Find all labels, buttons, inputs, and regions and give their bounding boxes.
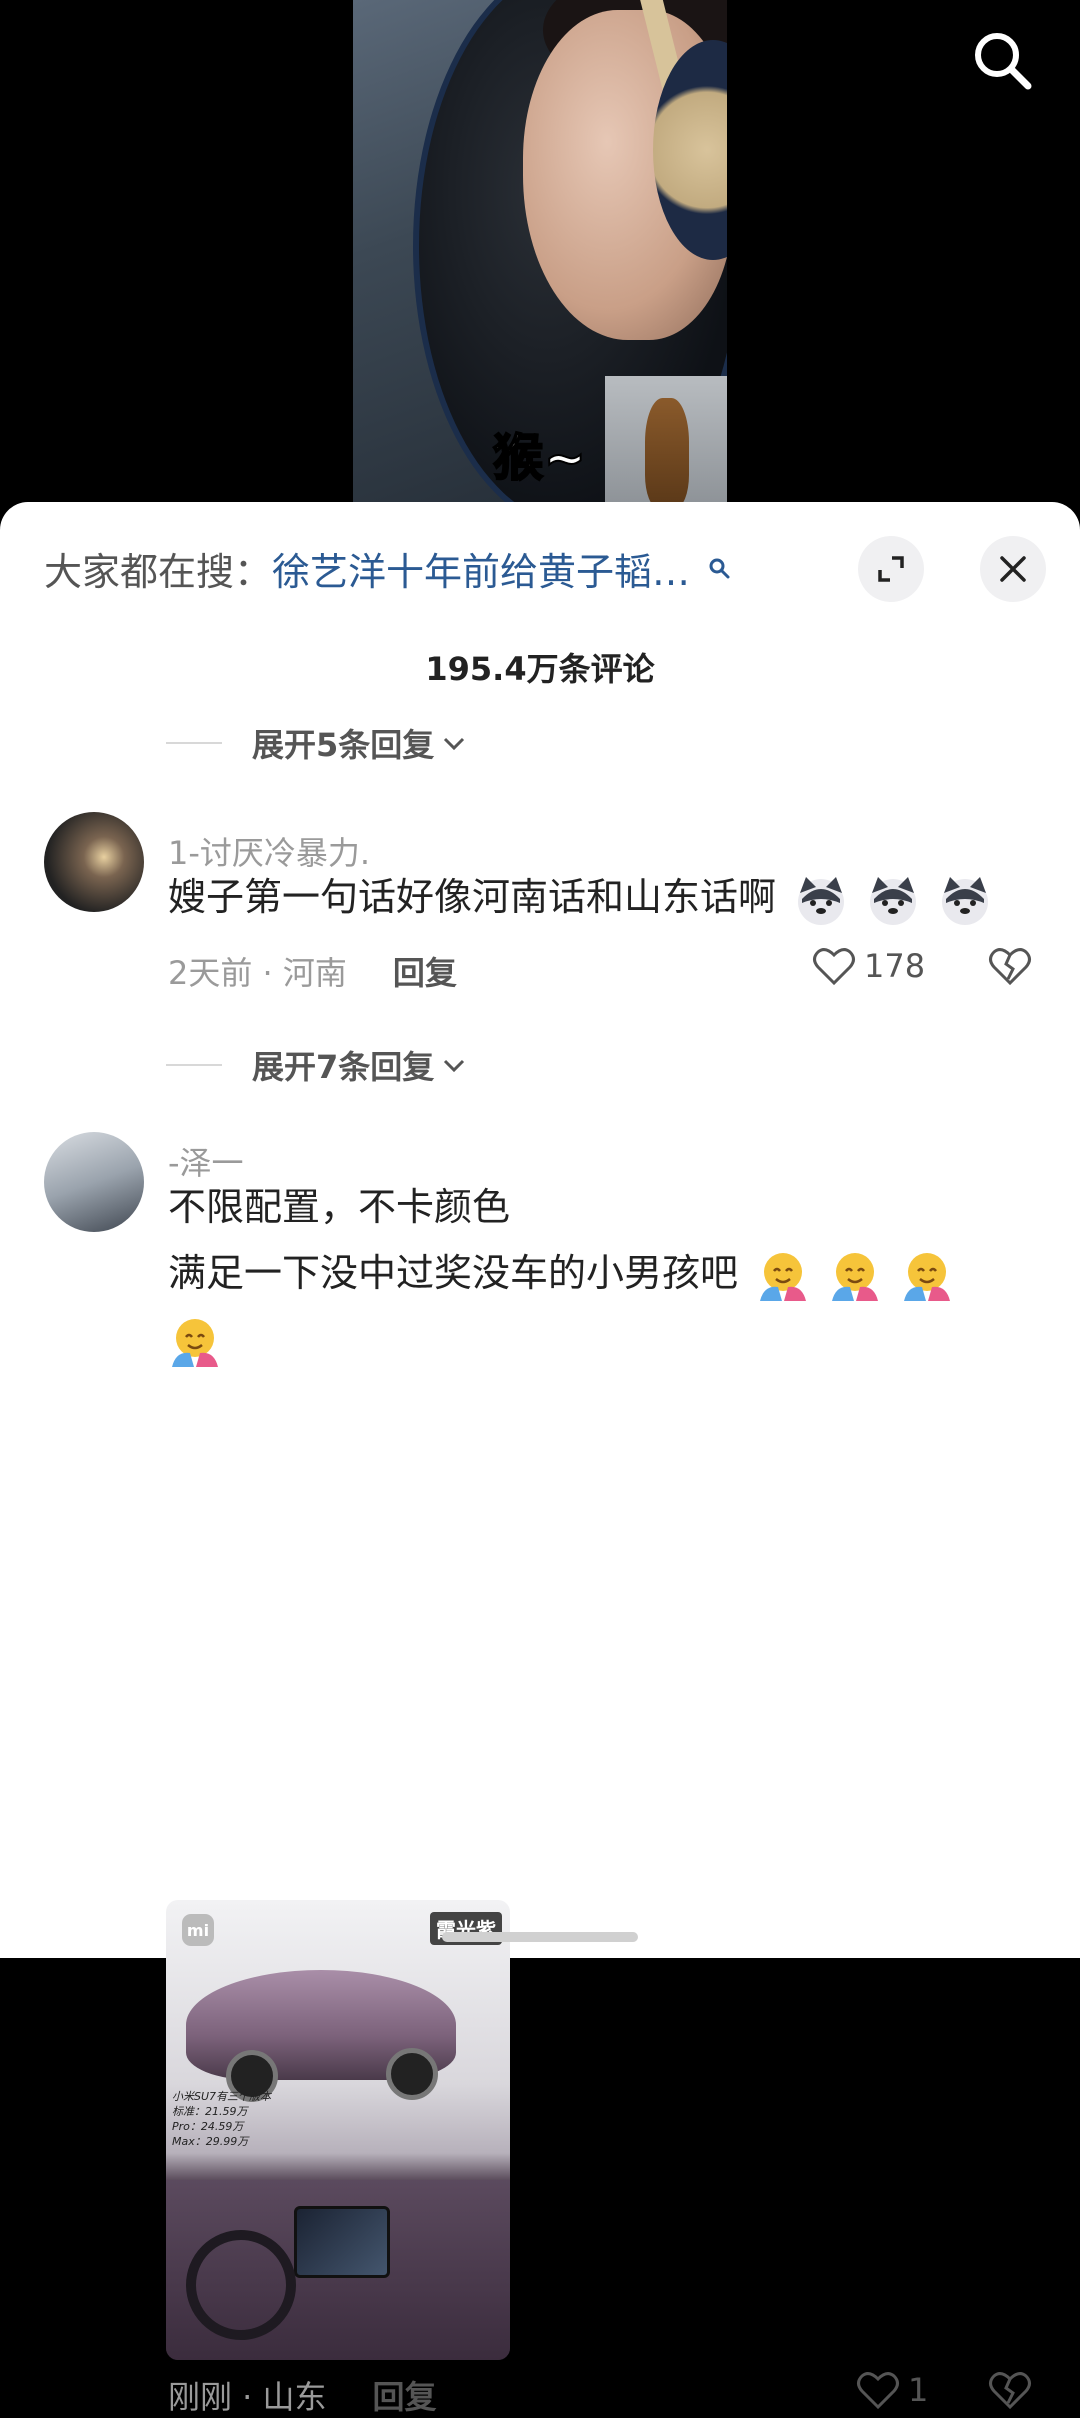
hug-emoji-icon [172, 1318, 218, 1367]
heart-icon [857, 2372, 899, 2410]
spec-pro: Pro：24.59万 [172, 2120, 244, 2133]
like-count: 178 [864, 947, 926, 985]
expand-replies-label: 展开7条回复 [252, 1048, 435, 1086]
comment-count: 195.4万条评论 [425, 650, 655, 688]
comment-time-location: 刚刚 · 山东 [168, 2378, 327, 2416]
divider [166, 1064, 222, 1066]
car-wheel [386, 2048, 438, 2100]
search-icon[interactable] [708, 557, 730, 579]
car-interior [166, 2180, 510, 2360]
avatar[interactable] [44, 812, 144, 912]
comment-text-content: 满足一下没中过奖没车的小男孩吧 [168, 1251, 739, 1295]
comment-text-content: 嫂子第一句话好像河南话和山东话啊 [168, 875, 777, 919]
car-screen [294, 2206, 390, 2278]
search-icon[interactable] [970, 28, 1034, 92]
reply-button[interactable]: 回复 [373, 2372, 437, 2418]
comment-text: 不限配置，不卡颜色 满足一下没中过奖没车的小男孩吧 [168, 1174, 954, 1372]
expand-button[interactable] [858, 536, 924, 602]
mi-logo: mi [182, 1914, 214, 1946]
cat [645, 398, 689, 508]
dislike-icon[interactable] [988, 2370, 1032, 2410]
comment-text: 嫂子第一句话好像河南话和山东话啊 [168, 864, 992, 930]
divider [166, 742, 222, 744]
like-button[interactable]: 1 [856, 2370, 928, 2410]
expand-replies-label: 展开5条回复 [252, 726, 435, 764]
comment-meta: 2天前 · 河南 回复 [168, 948, 457, 994]
comment-text-line: 满足一下没中过奖没车的小男孩吧 [168, 1240, 954, 1306]
expand-replies-button[interactable]: 展开7条回复 [166, 1042, 468, 1088]
close-icon [1000, 556, 1026, 582]
chevron-down-icon [444, 737, 465, 751]
comment-sheet: 大家都在搜： 徐艺洋十年前给黄子韬… 195.4万条评论 展开5条回复 1-讨厌… [0, 502, 1080, 2416]
spec-max: Max：29.99万 [172, 2135, 249, 2148]
doge-emoji-icon [942, 876, 989, 925]
expand-icon [878, 556, 904, 582]
chevron-down-icon [444, 1059, 465, 1073]
like-count: 1 [908, 2371, 929, 2409]
spec-standard: 标准：21.59万 [172, 2105, 248, 2118]
avatar[interactable] [44, 1132, 144, 1232]
reply-button[interactable]: 回复 [393, 948, 457, 994]
heart-icon [813, 948, 855, 986]
comment-text-line: 不限配置，不卡颜色 [168, 1185, 511, 1229]
comment-text-line [168, 1306, 954, 1372]
hug-emoji-icon [904, 1252, 951, 1301]
hot-search-prefix: 大家都在搜： [44, 549, 273, 594]
home-indicator [442, 1932, 638, 1942]
comment-meta: 刚刚 · 山东 回复 [168, 2372, 437, 2418]
hot-search-query[interactable]: 徐艺洋十年前给黄子韬… [272, 541, 690, 596]
doge-emoji-icon [870, 876, 917, 925]
doge-emoji-icon [798, 876, 845, 925]
spec-title: 小米SU7有三个版本 [172, 2090, 272, 2103]
comment-time-location: 2天前 · 河南 [168, 954, 347, 992]
video-frame[interactable]: 猴~ [353, 0, 727, 510]
video-subtitle: 猴~ [492, 428, 587, 488]
close-button[interactable] [980, 536, 1046, 602]
steering-wheel [186, 2230, 296, 2340]
comment-image[interactable]: mi 霞光紫 小米SU7有三个版本 标准：21.59万 Pro：24.59万 M… [166, 1900, 510, 2360]
hug-emoji-icon [832, 1252, 879, 1301]
like-button[interactable]: 178 [812, 946, 925, 986]
expand-replies-button[interactable]: 展开5条回复 [166, 720, 468, 766]
cat-inset [605, 376, 727, 510]
video-player[interactable]: 猴~ [0, 0, 1080, 520]
hot-search-bar[interactable]: 大家都在搜： 徐艺洋十年前给黄子韬… [44, 538, 730, 598]
hug-emoji-icon [760, 1252, 807, 1301]
dislike-icon[interactable] [988, 946, 1032, 986]
